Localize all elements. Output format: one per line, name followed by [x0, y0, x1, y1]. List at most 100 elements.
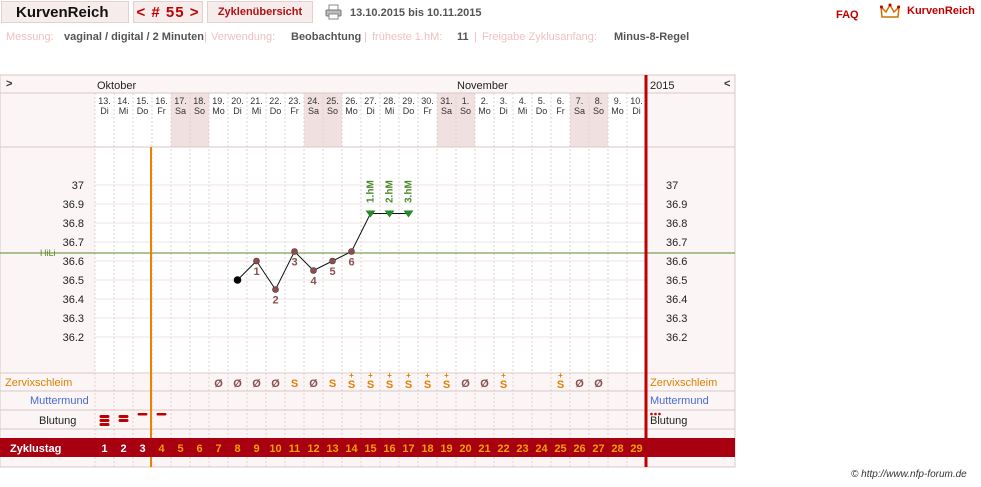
cycle-day-number: 18	[421, 443, 433, 455]
cycle-day-number: 9	[253, 443, 259, 455]
blutung-label-right: Blutung	[650, 415, 687, 427]
date-column-header: 14.Mi	[117, 96, 130, 116]
date-column-header: 29.Do	[402, 96, 415, 116]
weekday-label: Fr	[423, 106, 432, 116]
mucus-symbol: Ø	[309, 378, 318, 390]
svg-text:S: S	[291, 378, 298, 390]
y-tick-label-left: 37	[72, 180, 84, 192]
y-tick-label-left: 36.9	[63, 199, 84, 211]
weekday-label: Sa	[175, 106, 186, 116]
low-measurement-label: 1	[253, 266, 259, 278]
low-measurement-label: 4	[310, 276, 317, 288]
weekday-label: So	[194, 106, 205, 116]
mucus-symbol: Ø	[594, 378, 603, 390]
weekday-label: Mo	[611, 106, 624, 116]
date-label: 26.	[345, 96, 358, 106]
weekday-label: Di	[100, 106, 109, 116]
svg-text:Ø: Ø	[309, 378, 318, 390]
date-label: 2.	[481, 96, 489, 106]
date-column-header: 22.Do	[269, 96, 282, 116]
cycle-day-number: 1	[101, 443, 107, 455]
weekday-label: So	[460, 106, 471, 116]
cycle-day-number: 4	[158, 443, 165, 455]
date-column-header: 3.Di	[499, 96, 508, 116]
date-column-header: 28.Mi	[383, 96, 396, 116]
svg-text:Ø: Ø	[575, 378, 584, 390]
cycle-day-number: 13	[326, 443, 338, 455]
high-measurement-label: 3.hM	[404, 180, 415, 203]
date-label: 30.	[421, 96, 434, 106]
cycle-day-number: 11	[289, 443, 301, 455]
mucus-symbol: Ø	[461, 378, 470, 390]
date-column-header: 17.Sa	[174, 96, 187, 116]
mucus-symbol: Ø	[480, 378, 489, 390]
temperature-point[interactable]	[310, 267, 317, 274]
weekday-label: Sa	[441, 106, 452, 116]
muttermund-label-right: Muttermund	[650, 395, 709, 407]
weekday-label: So	[327, 106, 338, 116]
temperature-point[interactable]	[348, 248, 355, 255]
cycle-day-number: 12	[307, 443, 319, 455]
date-label: 3.	[500, 96, 508, 106]
cycle-day-number: 23	[516, 443, 528, 455]
y-tick-label-right: 36.9	[666, 199, 687, 211]
mucus-symbol: Ø	[214, 378, 223, 390]
svg-text:S: S	[329, 378, 336, 390]
date-column-header: 31.Sa	[440, 96, 453, 116]
date-label: 7.	[576, 96, 584, 106]
cycle-day-number: 5	[177, 443, 183, 455]
mucus-symbol: S	[329, 378, 336, 390]
weekday-label: Do	[270, 106, 282, 116]
blutung-label-left: Blutung	[39, 415, 76, 427]
weekday-label: Do	[137, 106, 149, 116]
svg-text:S: S	[424, 379, 431, 391]
date-label: 8.	[595, 96, 603, 106]
date-label: 6.	[557, 96, 565, 106]
year-label: 2015	[650, 80, 674, 92]
high-measurement-label: 2.hM	[385, 180, 396, 203]
cycle-day-number: 2	[120, 443, 126, 455]
svg-text:Ø: Ø	[233, 378, 242, 390]
weekday-label: Fr	[290, 106, 299, 116]
date-column-header: 26.Mo	[345, 96, 358, 116]
y-tick-label-right: 36.5	[666, 275, 687, 287]
date-label: 10.	[630, 96, 643, 106]
low-measurement-label: 3	[291, 257, 297, 269]
temperature-point[interactable]	[291, 248, 298, 255]
weekday-label: Sa	[308, 106, 319, 116]
svg-text:Ø: Ø	[461, 378, 470, 390]
svg-text:S: S	[367, 379, 374, 391]
temperature-point[interactable]	[329, 257, 336, 265]
y-tick-label-left: 36.3	[63, 313, 84, 325]
mucus-symbol: Ø	[575, 378, 584, 390]
temperature-point[interactable]	[272, 286, 279, 293]
date-label: 4.	[519, 96, 527, 106]
date-label: 27.	[364, 96, 377, 106]
y-tick-label-left: 36.4	[63, 294, 84, 306]
mucus-symbol: Ø	[271, 378, 280, 390]
weekday-label: Do	[403, 106, 415, 116]
cycle-day-number: 29	[630, 443, 642, 455]
date-label: 14.	[117, 96, 130, 106]
svg-text:S: S	[500, 379, 507, 391]
temperature-point[interactable]	[253, 257, 260, 265]
date-label: 23.	[288, 96, 301, 106]
y-tick-label-right: 36.2	[666, 332, 687, 344]
nav-prev-arrow[interactable]: >	[6, 78, 12, 90]
cycle-day-number: 21	[478, 443, 490, 455]
y-tick-label-right: 36.4	[666, 294, 687, 306]
y-tick-label-right: 36.3	[666, 313, 687, 325]
date-label: 17.	[174, 96, 187, 106]
date-column-header: 18.So	[193, 96, 206, 116]
month-label-oktober: Oktober	[97, 80, 136, 92]
y-tick-label-left: 36.6	[63, 256, 84, 268]
temperature-point[interactable]	[233, 276, 242, 284]
nav-next-arrow[interactable]: <	[724, 78, 730, 90]
svg-text:S: S	[443, 379, 450, 391]
cycle-chart: > < Oktober November 2015 13.Di14.Mi15.D…	[0, 74, 736, 468]
date-label: 24.	[307, 96, 320, 106]
cycle-day-number: 25	[554, 443, 566, 455]
low-measurement-label: 2	[272, 295, 278, 307]
date-column-header: 4.Mi	[518, 96, 528, 116]
cycle-day-number: 24	[535, 443, 548, 455]
